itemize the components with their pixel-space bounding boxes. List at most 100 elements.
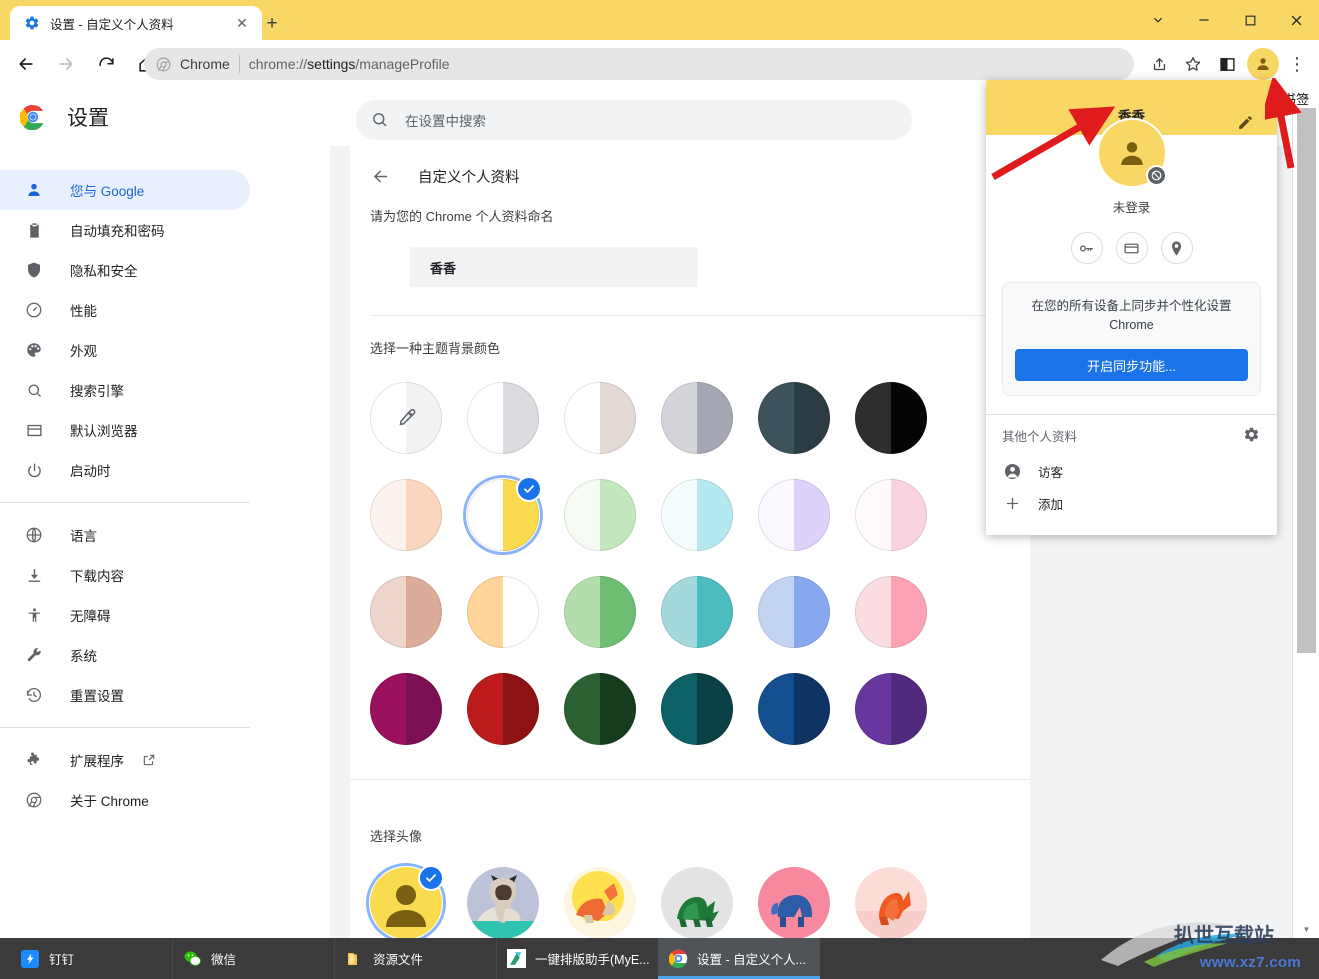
avatar-option-origami-dog[interactable] <box>564 867 636 938</box>
clipboard-icon <box>24 220 44 240</box>
theme-swatch-purple[interactable] <box>855 672 927 745</box>
turn-on-sync-button[interactable]: 开启同步功能... <box>1015 349 1248 381</box>
browser-tab[interactable]: 设置 - 自定义个人资料 ✕ <box>10 6 262 40</box>
theme-swatch-white-beige[interactable] <box>564 381 636 454</box>
avatar-image <box>855 867 927 938</box>
avatar-option-default-person[interactable] <box>366 863 446 938</box>
reload-button[interactable] <box>90 48 122 80</box>
theme-swatch-forest-green[interactable] <box>564 672 636 745</box>
theme-swatch-light-grey[interactable] <box>661 381 733 454</box>
profile-row-add[interactable]: 添加 <box>986 487 1277 519</box>
star-icon[interactable] <box>1177 48 1209 80</box>
sidebar-item-search-engine[interactable]: 搜索引擎 <box>0 370 250 410</box>
tab-search-button[interactable] <box>1135 0 1181 40</box>
sidebar-item-default-browser[interactable]: 默认浏览器 <box>0 410 250 450</box>
back-button[interactable] <box>10 48 42 80</box>
taskbar-item-chrome-settings[interactable]: 设置 - 自定义个人... <box>658 938 820 979</box>
theme-swatch-yellow[interactable] <box>463 474 543 555</box>
swatch-halves <box>467 575 539 648</box>
taskbar-item-wechat[interactable]: 微信 <box>172 938 334 979</box>
profile-dropdown-panel: 香香 未登录 在您的所有设备上同步并个性化设置 Chrome 开启同步功能...… <box>986 80 1277 535</box>
sidebar-item-appearance[interactable]: 外观 <box>0 330 250 370</box>
theme-swatch-navy-blue[interactable] <box>758 672 830 745</box>
sidebar-item-downloads[interactable]: 下载内容 <box>0 555 250 595</box>
theme-swatch-pink[interactable] <box>855 575 927 648</box>
sidebar-item-accessibility[interactable]: 无障碍 <box>0 595 250 635</box>
forward-button[interactable] <box>50 48 82 80</box>
key-icon[interactable] <box>1070 232 1103 264</box>
back-arrow-icon[interactable] <box>370 166 390 186</box>
swatch-halves <box>661 478 733 551</box>
sidebar-item-about-chrome[interactable]: 关于 Chrome <box>0 780 250 820</box>
selected-check-icon <box>418 865 444 891</box>
search-settings-bar[interactable]: 在设置中搜索 <box>356 100 912 140</box>
share-icon[interactable] <box>1143 48 1175 80</box>
sidebar-item-extensions[interactable]: 扩展程序 <box>0 740 250 780</box>
sidebar-item-system[interactable]: 系统 <box>0 635 250 675</box>
sidebar-item-languages[interactable]: 语言 <box>0 515 250 555</box>
taskbar-item-dingtalk[interactable]: 钉钉 <box>10 938 172 979</box>
minimize-button[interactable] <box>1181 0 1227 40</box>
browser-menu-button[interactable]: ⋮ <box>1281 48 1313 80</box>
close-tab-button[interactable]: ✕ <box>232 13 252 33</box>
theme-swatch-cell <box>463 474 564 555</box>
sidebar-item-performance[interactable]: 性能 <box>0 290 250 330</box>
eyedropper-icon[interactable] <box>395 407 417 429</box>
sidebar-item-autofill[interactable]: 自动填充和密码 <box>0 210 250 250</box>
avatar-option-origami-cat[interactable] <box>467 867 539 938</box>
external-link-icon <box>142 753 156 767</box>
theme-swatch-dusty-rose[interactable] <box>370 575 442 648</box>
gear-icon[interactable] <box>1243 426 1261 444</box>
theme-swatch-cell <box>661 381 758 454</box>
theme-swatch-white-grey[interactable] <box>467 381 539 454</box>
new-tab-button[interactable]: + <box>258 10 286 38</box>
theme-swatch-cell <box>370 381 467 454</box>
theme-swatch-custom-color-picker[interactable] <box>370 381 442 454</box>
sidebar-item-you-and-google[interactable]: 您与 Google <box>0 170 250 210</box>
profile-name-input[interactable]: 香香 <box>410 247 698 287</box>
profile-avatar[interactable] <box>1247 48 1279 80</box>
side-panel-icon[interactable] <box>1211 48 1243 80</box>
profile-row-guest[interactable]: 访客 <box>986 455 1277 487</box>
theme-swatch-orange[interactable] <box>467 575 539 648</box>
sidebar-item-on-startup[interactable]: 启动时 <box>0 450 250 490</box>
pencil-icon[interactable] <box>1237 114 1255 132</box>
taskbar-item-typesetting-helper[interactable]: 一键排版助手(MyE... <box>496 938 658 979</box>
sidebar-item-reset-settings[interactable]: 重置设置 <box>0 675 250 715</box>
accessibility-icon <box>24 605 44 625</box>
theme-swatch-magenta-dark[interactable] <box>370 672 442 745</box>
pin-icon[interactable] <box>1160 232 1193 264</box>
theme-swatch-blue[interactable] <box>758 575 830 648</box>
theme-swatch-light-pink[interactable] <box>855 478 927 551</box>
search-input-placeholder: 在设置中搜索 <box>405 114 486 129</box>
avatar-option-origami-elephant[interactable] <box>758 867 830 938</box>
card-icon[interactable] <box>1115 232 1148 264</box>
scrollbar-thumb[interactable] <box>1297 108 1316 653</box>
theme-swatch-red-dark[interactable] <box>467 672 539 745</box>
swatch-halves <box>855 381 927 454</box>
svg-text:扒世互载站: 扒世互载站 <box>1174 923 1274 947</box>
avatar-option-origami-fox[interactable] <box>855 867 927 938</box>
theme-swatch-green[interactable] <box>564 575 636 648</box>
avatar-cell <box>564 867 661 938</box>
theme-swatch-light-green[interactable] <box>564 478 636 551</box>
sidebar-item-label: 外观 <box>70 344 97 359</box>
theme-swatch-teal[interactable] <box>661 575 733 648</box>
theme-swatch-cell <box>855 478 952 551</box>
avatar-cell <box>366 863 467 938</box>
speedometer-icon <box>24 300 44 320</box>
theme-swatch-light-peach[interactable] <box>370 478 442 551</box>
avatar-option-origami-dragon[interactable] <box>661 867 733 938</box>
close-window-button[interactable] <box>1273 0 1319 40</box>
theme-swatch-light-purple[interactable] <box>758 478 830 551</box>
address-bar[interactable]: Chrome chrome://settings/manageProfile <box>144 48 1134 80</box>
taskbar-item-resources-folder[interactable]: 资源文件 <box>334 938 496 979</box>
sidebar-item-privacy[interactable]: 隐私和安全 <box>0 250 250 290</box>
theme-swatch-dark-slate[interactable] <box>758 381 830 454</box>
theme-swatch-black[interactable] <box>855 381 927 454</box>
theme-swatch-deep-teal[interactable] <box>661 672 733 745</box>
maximize-button[interactable] <box>1227 0 1273 40</box>
theme-swatch-light-cyan[interactable] <box>661 478 733 551</box>
taskbar-item-label: 钉钉 <box>49 953 75 967</box>
page-scrollbar[interactable]: ▲ ▼ <box>1292 88 1319 938</box>
